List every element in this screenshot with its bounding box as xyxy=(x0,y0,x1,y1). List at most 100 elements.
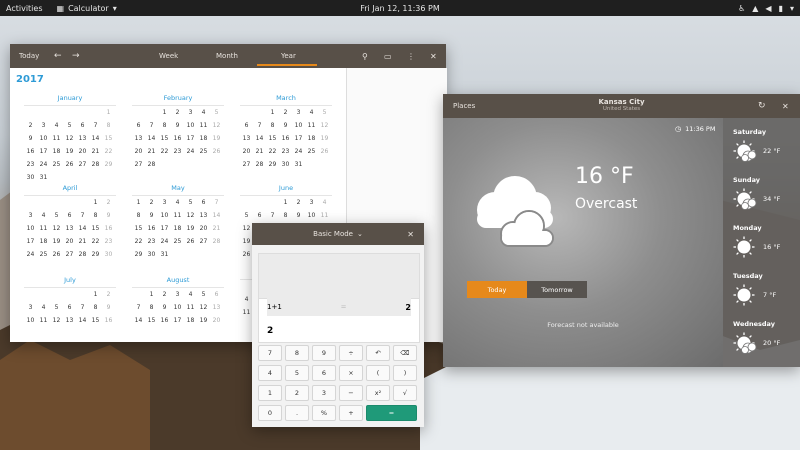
day-cell[interactable]: 24 xyxy=(24,250,37,259)
day-cell[interactable]: 19 xyxy=(63,147,76,156)
key-5[interactable]: 5 xyxy=(285,365,309,381)
day-cell[interactable]: 16 xyxy=(102,224,115,233)
today-button[interactable]: Today xyxy=(19,52,39,60)
day-cell[interactable]: 25 xyxy=(197,147,210,156)
day-cell[interactable]: 10 xyxy=(171,303,184,312)
day-cell[interactable]: 14 xyxy=(145,134,158,143)
day-cell[interactable]: 4 xyxy=(37,303,50,312)
day-cell[interactable]: 21 xyxy=(145,147,158,156)
add-button[interactable]: + xyxy=(339,405,363,421)
day-cell[interactable]: 9 xyxy=(102,211,115,220)
calendar-icon[interactable]: ▭ xyxy=(384,52,392,61)
day-cell[interactable]: 13 xyxy=(210,303,223,312)
day-cell[interactable]: 10 xyxy=(24,316,37,325)
day-cell[interactable]: 27 xyxy=(132,160,145,169)
day-cell[interactable]: 12 xyxy=(50,224,63,233)
day-cell[interactable]: 23 xyxy=(102,237,115,246)
day-cell[interactable]: 14 xyxy=(253,134,266,143)
day-cell[interactable]: 23 xyxy=(24,160,37,169)
day-cell[interactable]: 11 xyxy=(318,211,331,220)
day-cell[interactable]: 16 xyxy=(145,224,158,233)
day-cell[interactable]: 28 xyxy=(210,237,223,246)
day-cell[interactable]: 3 xyxy=(171,290,184,299)
day-cell[interactable]: 8 xyxy=(145,303,158,312)
day-cell[interactable]: 11 xyxy=(37,316,50,325)
day-cell[interactable]: 5 xyxy=(50,211,63,220)
day-cell[interactable]: 16 xyxy=(158,316,171,325)
mode-menu[interactable]: Basic Mode ⌄ xyxy=(313,230,363,238)
subtract-button[interactable]: − xyxy=(339,385,363,401)
day-cell[interactable]: 24 xyxy=(37,160,50,169)
day-cell[interactable]: 5 xyxy=(50,303,63,312)
day-cell[interactable]: 14 xyxy=(76,224,89,233)
day-cell[interactable]: 28 xyxy=(76,250,89,259)
day-cell[interactable]: 26 xyxy=(184,237,197,246)
key-8[interactable]: 8 xyxy=(285,345,309,361)
day-cell[interactable]: 4 xyxy=(197,108,210,117)
day-cell[interactable]: 12 xyxy=(318,121,331,130)
day-cell[interactable]: 5 xyxy=(63,121,76,130)
undo-button[interactable]: ↶ xyxy=(366,345,390,361)
day-cell[interactable]: 2 xyxy=(145,198,158,207)
month-name[interactable]: January xyxy=(24,94,116,102)
month-name[interactable]: March xyxy=(240,94,332,102)
day-cell[interactable]: 7 xyxy=(210,198,223,207)
day-cell[interactable]: 24 xyxy=(292,147,305,156)
day-cell[interactable]: 11 xyxy=(37,224,50,233)
day-cell[interactable]: 1 xyxy=(158,108,171,117)
app-menu[interactable]: ▦ Calculator ▾ xyxy=(57,4,117,13)
current-input[interactable]: 2 xyxy=(267,326,273,336)
day-cell[interactable]: 14 xyxy=(132,316,145,325)
key-4[interactable]: 4 xyxy=(258,365,282,381)
day-cell[interactable]: 25 xyxy=(50,160,63,169)
day-cell[interactable]: 18 xyxy=(171,224,184,233)
day-cell[interactable]: 15 xyxy=(89,316,102,325)
day-cell[interactable]: 9 xyxy=(102,303,115,312)
day-cell[interactable]: 6 xyxy=(210,290,223,299)
day-cell[interactable]: 10 xyxy=(37,134,50,143)
day-cell[interactable]: 2 xyxy=(24,121,37,130)
day-cell[interactable]: 2 xyxy=(102,198,115,207)
day-cell[interactable]: 1 xyxy=(266,108,279,117)
key-3[interactable]: 3 xyxy=(312,385,336,401)
month-name[interactable]: June xyxy=(240,184,332,192)
day-cell[interactable]: 22 xyxy=(266,147,279,156)
open-paren-button[interactable]: ( xyxy=(366,365,390,381)
day-cell[interactable]: 19 xyxy=(50,237,63,246)
day-cell[interactable]: 12 xyxy=(197,303,210,312)
day-cell[interactable]: 18 xyxy=(37,237,50,246)
day-cell[interactable]: 8 xyxy=(158,121,171,130)
tab-week[interactable]: Week xyxy=(159,52,178,60)
day-cell[interactable]: 1 xyxy=(89,198,102,207)
day-cell[interactable]: 31 xyxy=(158,250,171,259)
day-cell[interactable]: 13 xyxy=(132,134,145,143)
day-cell[interactable]: 16 xyxy=(102,316,115,325)
month-name[interactable]: April xyxy=(24,184,116,192)
divide-button[interactable]: ÷ xyxy=(339,345,363,361)
day-cell[interactable]: 10 xyxy=(24,224,37,233)
tab-today[interactable]: Today xyxy=(467,281,527,298)
day-cell[interactable]: 5 xyxy=(318,108,331,117)
day-cell[interactable]: 17 xyxy=(171,316,184,325)
square-root-button[interactable]: √ xyxy=(393,385,417,401)
day-cell[interactable]: 27 xyxy=(197,237,210,246)
day-cell[interactable]: 11 xyxy=(305,121,318,130)
day-cell[interactable]: 2 xyxy=(158,290,171,299)
day-cell[interactable]: 17 xyxy=(37,147,50,156)
day-cell[interactable]: 14 xyxy=(89,134,102,143)
tab-month[interactable]: Month xyxy=(216,52,238,60)
day-cell[interactable]: 30 xyxy=(102,250,115,259)
day-cell[interactable]: 16 xyxy=(24,147,37,156)
day-cell[interactable]: 18 xyxy=(197,134,210,143)
day-cell[interactable]: 9 xyxy=(24,134,37,143)
close-paren-button[interactable]: ) xyxy=(393,365,417,381)
day-cell[interactable]: 4 xyxy=(37,211,50,220)
day-cell[interactable]: 8 xyxy=(266,121,279,130)
day-cell[interactable]: 7 xyxy=(253,121,266,130)
day-cell[interactable]: 13 xyxy=(197,211,210,220)
day-cell[interactable]: 4 xyxy=(50,121,63,130)
day-cell[interactable]: 20 xyxy=(132,147,145,156)
day-cell[interactable]: 17 xyxy=(292,134,305,143)
day-cell[interactable]: 15 xyxy=(102,134,115,143)
refresh-icon[interactable]: ↻ xyxy=(758,101,766,111)
